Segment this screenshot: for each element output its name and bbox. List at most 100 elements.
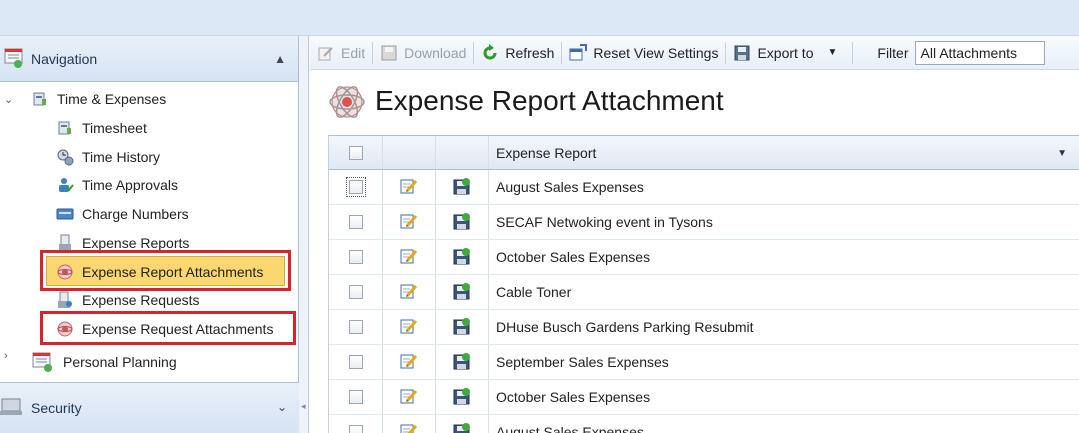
edit-icon[interactable] [400,387,418,408]
download-icon[interactable] [453,247,471,268]
tree-item-label: Timesheet [82,120,147,136]
table-row[interactable]: October Sales Expenses [329,240,1079,275]
row-download-cell [436,240,489,274]
tree-item-personal-planning[interactable]: Personal Planning [30,349,177,375]
header-edit-column [383,136,436,169]
filter-label: Filter [877,44,909,61]
tree-item-label: Expense Request Attachments [82,321,274,337]
tree-item-charge-numbers[interactable]: Charge Numbers [55,201,189,227]
tree-item-expense-report-attachments[interactable]: Expense Report Attachments [55,259,263,285]
row-checkbox[interactable] [348,250,363,264]
tree-item-time-approvals[interactable]: Time Approvals [55,172,178,198]
table-row[interactable]: October Sales Expenses [329,380,1079,415]
row-checkbox[interactable] [348,215,363,229]
collapse-caret-icon[interactable]: ▲ [274,52,286,66]
row-edit-cell [383,380,436,414]
edit-label: Edit [341,44,366,61]
download-button[interactable]: Download [373,40,473,66]
tree-item-timesheet[interactable]: Timesheet [55,115,147,141]
expense-report-cell[interactable]: August Sales Expenses [489,415,1079,433]
navigation-header[interactable]: Navigation ▲ [0,36,298,82]
header-download-column [436,136,489,169]
splitter-arrow-icon[interactable]: ◂ [301,401,306,412]
download-icon[interactable] [453,212,471,233]
row-checkbox[interactable] [348,320,363,334]
column-filter-icon[interactable]: ▼ [1057,148,1067,159]
edit-icon[interactable] [400,177,418,198]
edit-icon[interactable] [400,247,418,268]
refresh-button[interactable]: Refresh [474,40,561,66]
tree-item-expense-request-attachments[interactable]: Expense Request Attachments [55,316,273,342]
download-icon[interactable] [453,387,471,408]
export-dropdown-icon[interactable]: ▼ [827,47,837,58]
download-label: Download [404,44,467,61]
column-header-expense-report[interactable]: Expense Report ▼ [489,136,1079,169]
row-download-cell [436,310,489,344]
row-checkbox[interactable] [348,285,363,299]
row-select-cell [329,240,383,274]
expense-report-cell[interactable]: September Sales Expenses [489,345,1079,379]
attachments-grid: Expense Report ▼ August Sales Expenses SE… [328,135,1079,433]
filter-select[interactable]: All Attachments [914,40,1045,65]
tree-item-time-expenses[interactable]: Time & Expenses [30,86,166,112]
attachment-page-icon [329,86,365,118]
reset-view-settings-button[interactable]: Reset View Settings [562,40,725,66]
row-checkbox[interactable] [348,390,363,404]
row-checkbox[interactable] [348,425,363,433]
row-edit-cell [383,345,436,379]
row-select-cell [329,415,383,433]
edit-icon[interactable] [400,422,418,433]
row-edit-cell [383,310,436,344]
download-icon[interactable] [453,422,471,433]
download-icon[interactable] [453,352,471,373]
row-edit-cell [383,415,436,433]
row-download-cell [436,205,489,239]
expense-report-cell[interactable]: SECAF Netwoking event in Tysons [489,205,1079,239]
navigation-title: Navigation [31,51,98,67]
edit-icon[interactable] [400,212,418,233]
tree-item-label: Expense Report Attachments [82,264,264,280]
table-row[interactable]: August Sales Expenses [329,170,1079,205]
personal-planning-icon [30,352,56,372]
download-icon[interactable] [453,177,471,198]
edit-button[interactable]: Edit [310,40,372,66]
security-header[interactable]: Security ⌄ [0,382,299,433]
expense-report-cell[interactable]: DHuse Busch Gardens Parking Resubmit [489,310,1079,344]
expense-report-cell[interactable]: August Sales Expenses [489,170,1079,204]
expense-report-cell[interactable]: October Sales Expenses [489,380,1079,414]
table-row[interactable]: Cable Toner [329,275,1079,310]
tree-collapse-icon[interactable]: ⌄ [4,93,13,106]
tree-item-label: Expense Reports [82,235,190,251]
expense-report-cell[interactable]: October Sales Expenses [489,240,1079,274]
export-button[interactable]: Export to ▼ [726,40,844,66]
row-edit-cell [383,170,436,204]
table-row[interactable]: August Sales Expenses [329,415,1079,433]
edit-icon[interactable] [400,282,418,303]
expand-caret-icon[interactable]: ⌄ [277,400,287,414]
security-title: Security [31,400,82,416]
row-checkbox[interactable] [348,355,363,369]
tree-item-time-history[interactable]: Time History [55,144,160,170]
tree-item-expense-requests[interactable]: Expense Requests [55,287,200,313]
expense-report-cell[interactable]: Cable Toner [489,275,1079,309]
time-approvals-icon [55,175,75,195]
download-icon[interactable] [453,282,471,303]
tree-item-label: Time Approvals [82,177,178,193]
timesheet-icon [55,118,75,138]
row-download-cell [436,275,489,309]
edit-icon[interactable] [400,352,418,373]
select-all-checkbox[interactable] [348,145,363,160]
reset-view-icon [569,43,588,62]
toolbar: Edit Download Refresh Reset View Setting… [310,36,1079,70]
edit-icon[interactable] [400,317,418,338]
download-icon[interactable] [453,317,471,338]
table-row[interactable]: SECAF Netwoking event in Tysons [329,205,1079,240]
edit-icon [317,44,335,62]
toolbar-separator [852,41,854,64]
panel-splitter[interactable]: ◂ [299,36,309,433]
table-row[interactable]: September Sales Expenses [329,345,1079,380]
row-checkbox[interactable] [345,177,366,197]
table-row[interactable]: DHuse Busch Gardens Parking Resubmit [329,310,1079,345]
navigation-icon [4,48,23,68]
tree-expand-icon[interactable]: › [4,350,8,362]
